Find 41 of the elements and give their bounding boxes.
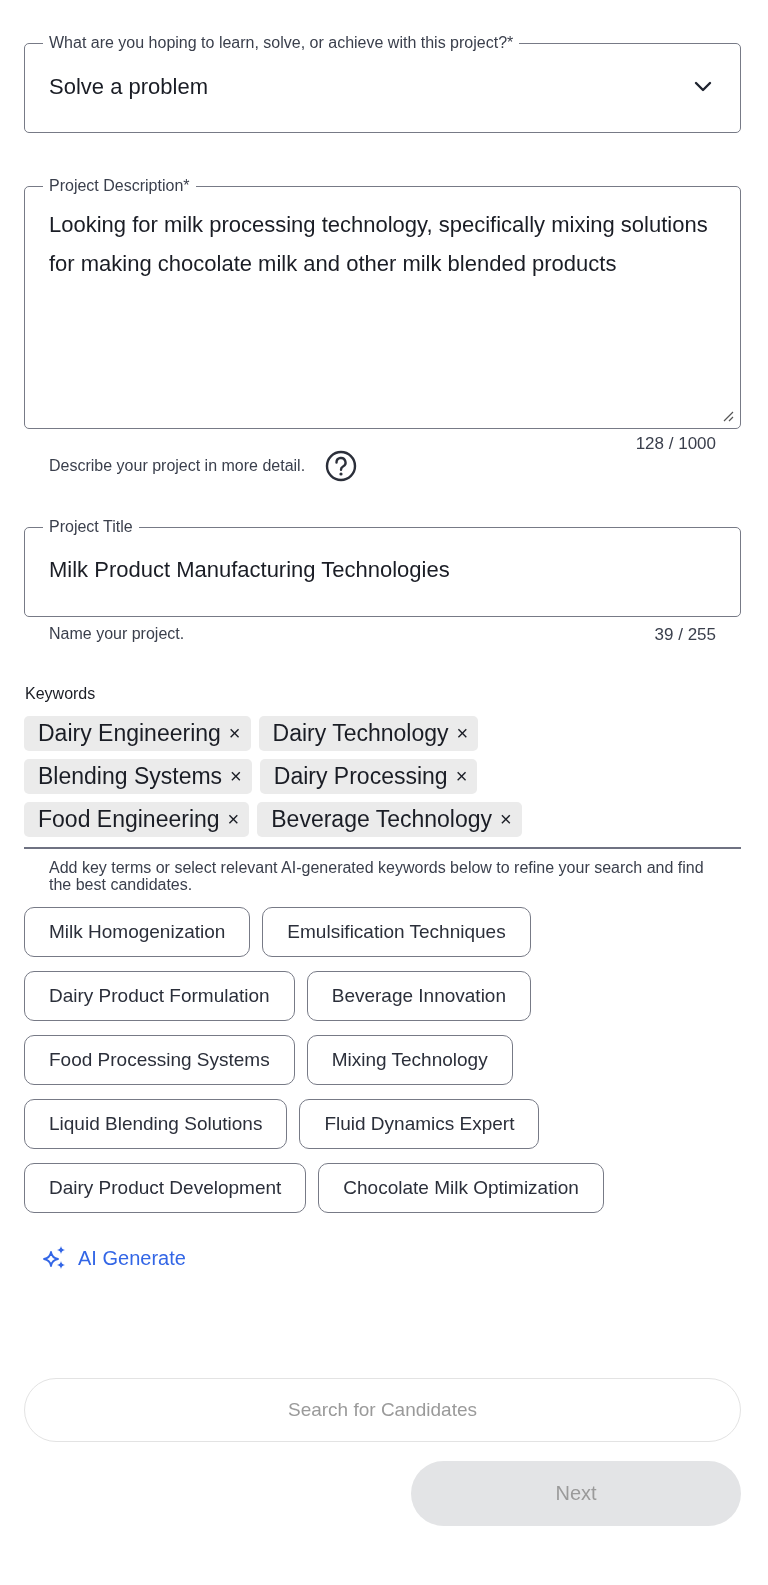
suggestion-chip[interactable]: Mixing Technology [306,1035,513,1085]
remove-button[interactable]: × [455,765,468,788]
title-value: Milk Product Manufacturing Technologies [49,557,450,583]
suggestion-chip[interactable]: Fluid Dynamics Expert [299,1099,540,1149]
goal-select[interactable]: What are you hoping to learn, solve, or achieve with this project?* Solve a problem [24,34,741,133]
remove-button[interactable]: × [228,722,241,745]
remove-button[interactable]: × [230,765,242,788]
suggestion-chip[interactable]: Milk Homogenization [24,907,251,957]
character-counter: 39 / 255 [654,625,716,645]
character-counter: 128 / 1000 [634,434,716,454]
suggestion-chip[interactable]: Beverage Innovation [306,971,531,1021]
helper-text: Name your project. [49,625,185,644]
chevron-down-icon [693,81,713,93]
field-label: What are you hoping to learn, solve, or achieve with this project?* [48,34,515,52]
suggestion-chip[interactable]: Liquid Blending Solutions [24,1099,288,1149]
select-value: Solve a problem [49,74,208,100]
field-label: Project Description* [48,177,191,195]
description-text: Looking for milk processing technology, specifically mixing solutions for making chocolate milk and other milk blended products [49,211,709,278]
remove-button[interactable]: × [456,722,469,745]
title-field[interactable]: Project Title Milk Product Manufacturing Technologies [24,518,741,617]
field-label: Project Title [48,518,134,536]
ai-generate-button[interactable]: AI Generate [78,1246,186,1270]
suggestion-chip[interactable]: Emulsification Techniques [262,907,531,957]
suggestion-chip[interactable]: Food Processing Systems [24,1035,295,1085]
suggestion-chip[interactable]: Dairy Product Development [24,1163,307,1213]
resize-handle-icon[interactable] [722,410,734,422]
suggestion-chip[interactable]: Dairy Product Formulation [24,971,295,1021]
remove-button[interactable]: × [227,808,240,831]
help-icon[interactable] [325,450,358,482]
tag-label: Beverage Technology [271,806,493,833]
tag-label: Food Engineering [38,806,220,833]
tag-label: Dairy Technology [272,720,449,747]
keywords-label: Keywords [25,685,97,703]
description-field[interactable]: Project Description* Looking for milk processing technology, specifically mixing solutions for making chocolate milk and other milk blended products [24,177,741,429]
tag-label: Blending Systems [38,763,223,790]
hint-text: Add key terms or select relevant AI-generated keywords below to refine your search and find the best candidates. [49,859,705,893]
suggestion-chip[interactable]: Chocolate Milk Optimization [318,1163,604,1213]
tag-label: Dairy Engineering [38,720,221,747]
tag-label: Dairy Processing [273,763,448,790]
helper-text: Describe your project in more detail. [49,457,306,475]
remove-button[interactable]: × [500,808,512,831]
